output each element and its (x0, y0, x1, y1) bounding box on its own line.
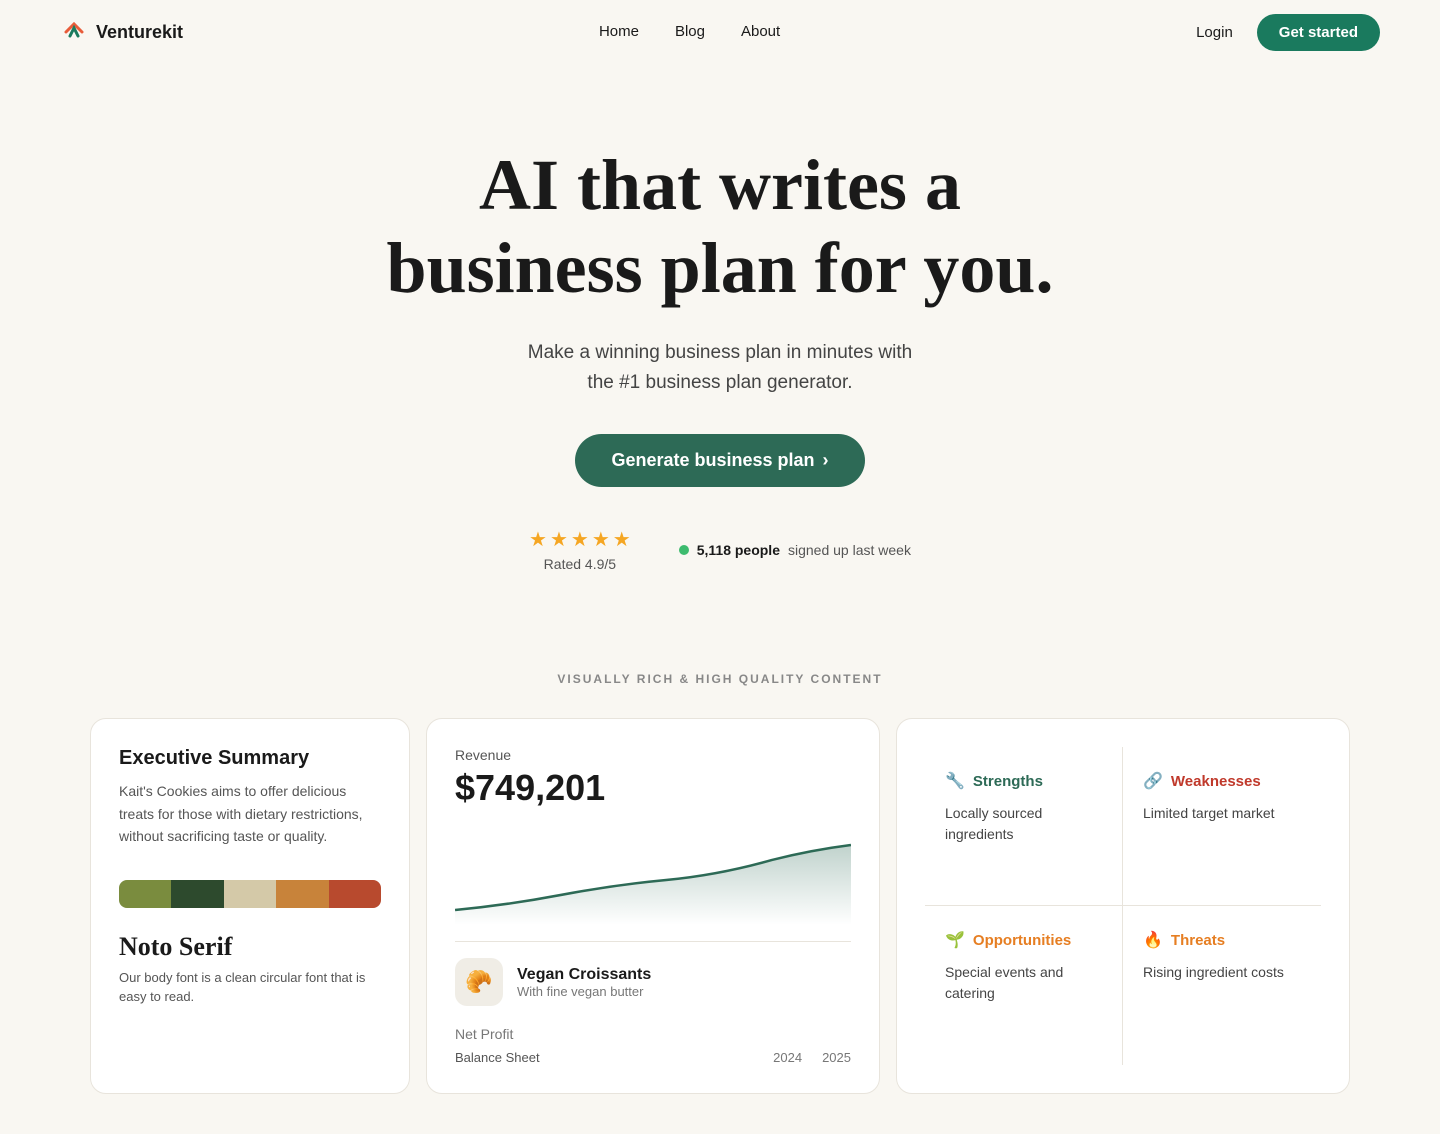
swatch-4 (276, 880, 328, 908)
product-sub: With fine vegan butter (517, 984, 651, 999)
section-label: VISUALLY RICH & HIGH QUALITY CONTENT (0, 672, 1440, 686)
balance-sheet-label: Balance Sheet (455, 1050, 540, 1065)
color-swatches (119, 880, 381, 908)
threats-header: 🔥 Threats (1143, 930, 1301, 950)
rating-block: ★ ★ ★ ★ ★ Rated 4.9/5 (529, 527, 631, 572)
font-name: Noto Serif (119, 932, 381, 962)
star-rating: ★ ★ ★ ★ ★ (529, 527, 631, 552)
balance-years: 2024 2025 (773, 1050, 851, 1065)
star-5: ★ (613, 527, 631, 552)
executive-title: Executive Summary (119, 747, 381, 770)
signup-label: signed up last week (788, 542, 911, 558)
strengths-text: Locally sourced ingredients (945, 803, 1102, 845)
swot-weaknesses: 🔗 Weaknesses Limited target market (1123, 747, 1321, 906)
star-4: ★ (592, 527, 610, 552)
opportunities-text: Special events and catering (945, 962, 1102, 1004)
logo-text: Venturekit (96, 22, 183, 43)
weaknesses-header: 🔗 Weaknesses (1143, 771, 1301, 791)
net-profit-label: Net Profit (455, 1026, 851, 1042)
color-palette-block (119, 872, 381, 908)
hero-section: AI that writes a business plan for you. … (0, 64, 1440, 612)
product-name: Vegan Croissants (517, 966, 651, 984)
product-icon: 🥐 (455, 958, 503, 1006)
hero-headline-line1: AI that writes a (479, 145, 961, 225)
revenue-chart (455, 825, 851, 925)
login-link[interactable]: Login (1196, 24, 1233, 41)
social-proof: ★ ★ ★ ★ ★ Rated 4.9/5 5,118 people signe… (60, 527, 1380, 572)
font-block: Noto Serif Our body font is a clean circ… (119, 932, 381, 1007)
product-info: Vegan Croissants With fine vegan butter (517, 966, 651, 999)
star-3: ★ (571, 527, 589, 552)
get-started-button[interactable]: Get started (1257, 14, 1380, 51)
executive-summary-block: Executive Summary Kait's Cookies aims to… (119, 747, 381, 847)
swot-card: 🔧 Strengths Locally sourced ingredients … (896, 718, 1350, 1094)
executive-desc: Kait's Cookies aims to offer delicious t… (119, 780, 381, 847)
strengths-label: Strengths (973, 773, 1043, 790)
strengths-header: 🔧 Strengths (945, 771, 1102, 791)
opportunities-header: 🌱 Opportunities (945, 930, 1102, 950)
nav-right: Login Get started (1196, 14, 1380, 51)
weaknesses-text: Limited target market (1143, 803, 1301, 824)
threats-label: Threats (1171, 932, 1225, 949)
year-2024: 2024 (773, 1050, 802, 1065)
weaknesses-icon: 🔗 (1143, 771, 1163, 791)
rating-text: Rated 4.9/5 (529, 556, 631, 572)
product-row: 🥐 Vegan Croissants With fine vegan butte… (455, 958, 851, 1006)
middle-card: Revenue $749,201 🥐 Vegan Croissants With… (426, 718, 880, 1094)
logo[interactable]: Venturekit (60, 18, 183, 46)
swot-strengths: 🔧 Strengths Locally sourced ingredients (925, 747, 1123, 906)
star-1: ★ (529, 527, 547, 552)
revenue-amount: $749,201 (455, 767, 851, 809)
logo-icon (60, 18, 88, 46)
revenue-label: Revenue (455, 747, 851, 763)
swot-threats: 🔥 Threats Rising ingredient costs (1123, 906, 1321, 1065)
balance-row: Balance Sheet 2024 2025 (455, 1050, 851, 1065)
nav-about[interactable]: About (741, 23, 780, 40)
nav-home[interactable]: Home (599, 23, 639, 40)
hero-subtext: Make a winning business plan in minutes … (60, 338, 1380, 399)
font-desc: Our body font is a clean circular font t… (119, 968, 381, 1007)
nav-blog[interactable]: Blog (675, 23, 705, 40)
generate-button[interactable]: Generate business plan › (575, 434, 864, 487)
hero-headline-line2: business plan for you. (387, 228, 1054, 308)
arrow-icon: › (823, 450, 829, 471)
swot-opportunities: 🌱 Opportunities Special events and cater… (925, 906, 1123, 1065)
year-2025: 2025 (822, 1050, 851, 1065)
threats-icon: 🔥 (1143, 930, 1163, 950)
navigation: Venturekit Home Blog About Login Get sta… (0, 0, 1440, 64)
content-cards: Executive Summary Kait's Cookies aims to… (30, 718, 1410, 1134)
swatch-3 (224, 880, 276, 908)
threats-text: Rising ingredient costs (1143, 962, 1301, 983)
opportunities-label: Opportunities (973, 932, 1071, 949)
hero-headline: AI that writes a business plan for you. (320, 144, 1120, 310)
strengths-icon: 🔧 (945, 771, 965, 791)
signup-count: 5,118 people (697, 542, 780, 558)
opportunities-icon: 🌱 (945, 930, 965, 950)
swatch-1 (119, 880, 171, 908)
chart-divider (455, 941, 851, 942)
swatch-2 (171, 880, 223, 908)
signup-block: 5,118 people signed up last week (679, 542, 911, 558)
left-card: Executive Summary Kait's Cookies aims to… (90, 718, 410, 1094)
weaknesses-label: Weaknesses (1171, 773, 1261, 790)
nav-links: Home Blog About (599, 23, 780, 41)
generate-button-label: Generate business plan (611, 450, 814, 471)
swatch-5 (329, 880, 381, 908)
live-indicator (679, 545, 689, 555)
star-2: ★ (550, 527, 568, 552)
